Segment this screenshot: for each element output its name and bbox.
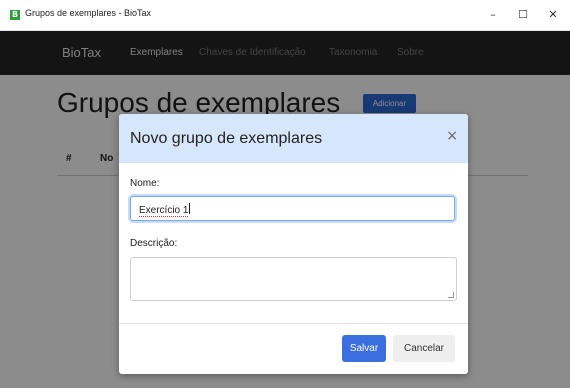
- maximize-button[interactable]: ☐: [508, 4, 538, 26]
- text-caret: [189, 203, 191, 214]
- name-input-value: Exercício 1: [139, 205, 189, 217]
- app-icon: B: [10, 10, 20, 20]
- window-title: Grupos de exemplares - BioTax: [25, 8, 152, 18]
- new-group-dialog: Novo grupo de exemplares × Nome: Exercíc…: [119, 114, 468, 374]
- modal-header: Novo grupo de exemplares ×: [119, 114, 468, 163]
- name-label: Nome:: [130, 178, 160, 189]
- description-textarea[interactable]: [130, 257, 457, 301]
- cancel-button[interactable]: Cancelar: [393, 335, 455, 362]
- minimize-button[interactable]: –: [478, 4, 508, 26]
- modal-footer-divider: [119, 323, 468, 324]
- window-titlebar: B Grupos de exemplares - BioTax – ☐ ✕: [0, 0, 570, 31]
- name-input[interactable]: Exercício 1: [130, 196, 455, 221]
- description-label: Descrição:: [130, 238, 178, 249]
- save-button[interactable]: Salvar: [342, 335, 386, 362]
- modal-title: Novo grupo de exemplares: [130, 130, 323, 147]
- close-window-button[interactable]: ✕: [538, 4, 568, 26]
- close-icon[interactable]: ×: [446, 129, 458, 143]
- resize-handle-icon[interactable]: [448, 292, 454, 298]
